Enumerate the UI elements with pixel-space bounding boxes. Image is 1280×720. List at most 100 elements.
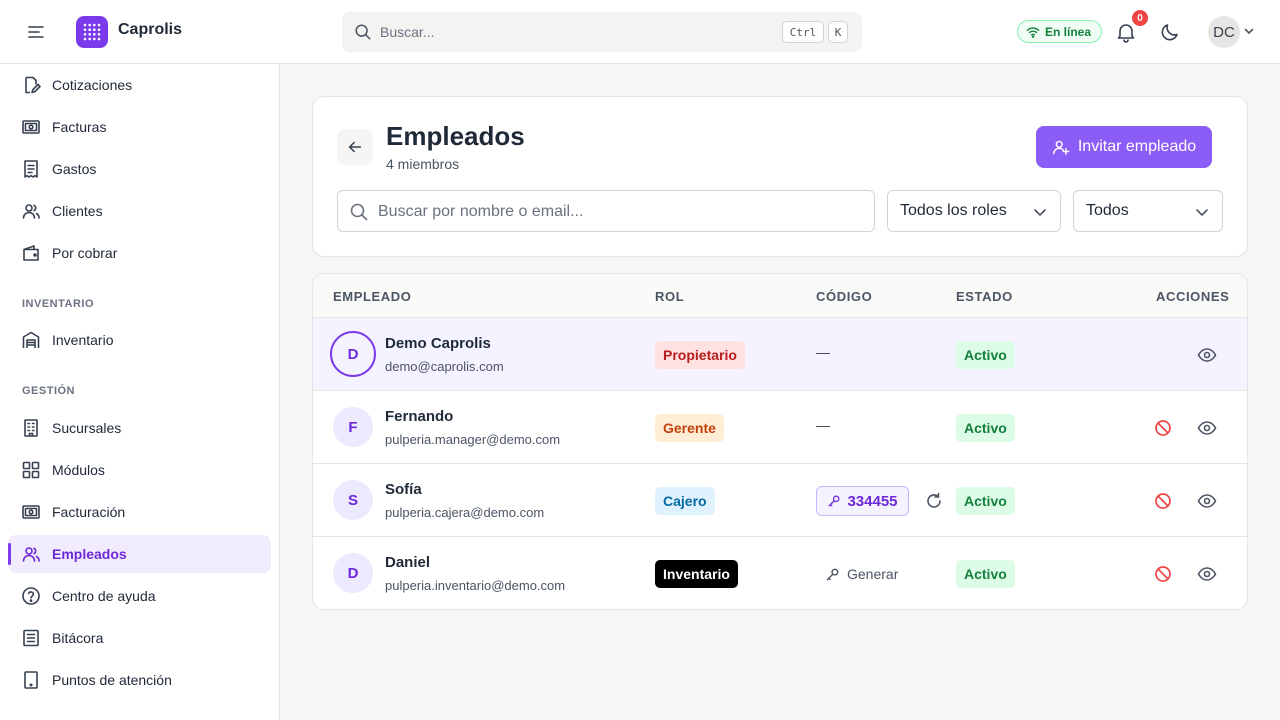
employee-email: demo@caprolis.com [385,359,504,374]
view-eye-icon[interactable] [1197,491,1217,511]
employee-avatar: S [333,480,373,520]
key-icon [829,495,840,507]
building-icon [24,419,38,437]
sidebar-item-empleados[interactable]: Empleados [8,535,271,573]
arrow-left-icon [348,141,362,153]
sidebar-item-facturacion[interactable]: Facturación [8,493,271,531]
menu-toggle-button[interactable] [24,20,48,44]
status-filter-select[interactable]: Todos [1073,190,1223,232]
sidebar-item-sucursales[interactable]: Sucursales [8,409,271,447]
sidebar-item-inventario[interactable]: Inventario [8,321,271,359]
column-header-employee: EMPLEADO [333,289,412,304]
column-header-role: ROL [655,289,685,304]
back-button[interactable] [337,129,373,165]
employee-name: Demo Caprolis [385,335,491,352]
moon-icon [1161,24,1178,41]
employee-avatar: F [333,407,373,447]
sidebar-item-label: Facturación [52,504,126,520]
role-filter-value: Todos los roles [900,202,1007,219]
sidebar-item-clientes[interactable]: Clientes [8,192,271,230]
view-eye-icon[interactable] [1197,564,1217,584]
view-eye-icon[interactable] [1197,345,1217,365]
page-title: Empleados [386,121,525,151]
table-row[interactable]: F Fernando pulperia.manager@demo.com Ger… [313,391,1247,464]
invite-employee-button[interactable]: Invitar empleado [1036,126,1212,168]
refresh-code-icon[interactable] [924,491,944,511]
sidebar-item-cotizaciones[interactable]: Cotizaciones [8,66,271,104]
online-status-label: En línea [1045,24,1092,39]
employee-code: 334455 [847,492,898,510]
notifications-count-badge: 0 [1132,10,1148,26]
sidebar-item-gastos[interactable]: Gastos [8,150,271,188]
top-bar: Caprolis Ctrl K En línea 0 DC [0,0,1280,64]
sidebar-item-label: Gastos [52,161,97,177]
user-avatar[interactable]: DC [1208,16,1240,48]
sidebar-item-label: Cotizaciones [52,77,133,93]
role-badge: Propietario [655,341,745,369]
chevron-down-icon [1196,209,1208,217]
table-row[interactable]: S Sofía pulperia.cajera@demo.com Cajero … [313,464,1247,537]
sidebar-item-label: Sucursales [52,420,122,436]
sidebar-item-puntos-de-atencion[interactable]: Puntos de atención [8,661,271,699]
employees-table: EMPLEADO ROL CÓDIGO ESTADO ACCIONES D De… [312,273,1248,610]
sidebar-item-label: Por cobrar [52,245,118,261]
table-row[interactable]: D Demo Caprolis demo@caprolis.com Propie… [313,318,1247,391]
table-header: EMPLEADO ROL CÓDIGO ESTADO ACCIONES [313,274,1247,318]
employee-name: Sofía [385,481,422,498]
search-icon [350,203,368,221]
employee-avatar: D [333,553,373,593]
view-eye-icon[interactable] [1197,418,1217,438]
status-badge: Activo [956,487,1015,515]
chevron-down-icon[interactable] [1243,25,1255,37]
employees-header-card: Empleados 4 miembros Invitar empleado To… [312,96,1248,257]
app-logo[interactable] [76,16,108,48]
deactivate-ban-icon[interactable] [1153,564,1173,584]
sidebar-item-centro-de-ayuda[interactable]: Centro de ayuda [8,577,271,615]
sidebar-item-label: Centro de ayuda [52,588,156,604]
sidebar-item-por-cobrar[interactable]: Por cobrar [8,234,271,272]
member-count: 4 miembros [386,156,460,172]
theme-toggle-button[interactable] [1158,20,1182,44]
sidebar-item-bitacora[interactable]: Bitácora [8,619,271,657]
sidebar-item-label: Inventario [52,332,114,348]
employee-name: Daniel [385,554,431,571]
online-status-badge: En línea [1017,20,1103,43]
deactivate-ban-icon[interactable] [1153,418,1173,438]
shortcut-key-ctrl: Ctrl [782,21,824,43]
sidebar-item-label: Clientes [52,203,103,219]
sidebar: Cotizaciones Facturas Gastos Clientes Po… [0,64,280,720]
user-plus-icon [1052,140,1070,155]
status-filter-value: Todos [1086,202,1129,219]
column-header-actions: ACCIONES [1156,289,1230,304]
employee-search-input[interactable] [378,201,858,223]
global-search-input[interactable] [380,22,760,42]
employee-email: pulperia.inventario@demo.com [385,578,566,593]
employee-email: pulperia.cajera@demo.com [385,505,545,520]
sidebar-item-label: Facturas [52,119,107,135]
role-filter-select[interactable]: Todos los roles [887,190,1061,232]
wallet-icon [23,245,39,261]
global-search[interactable]: Ctrl K [342,12,862,52]
employee-name: Fernando [385,408,454,425]
shortcut-key-k: K [828,21,848,43]
sidebar-item-modulos[interactable]: Módulos [8,451,271,489]
generate-code-button[interactable]: Generar [825,564,898,584]
employee-search[interactable] [337,190,875,232]
sidebar-item-label: Módulos [52,462,105,478]
search-icon [355,24,371,40]
banknote-icon [22,505,40,519]
employee-code-pill[interactable]: 334455 [816,486,909,516]
users-icon [22,547,40,562]
logo-dots-icon [83,23,101,41]
column-header-code: CÓDIGO [816,289,873,304]
table-row[interactable]: D Daniel pulperia.inventario@demo.com In… [313,537,1247,609]
sidebar-item-label: Empleados [52,546,127,562]
grid-icon [22,461,40,479]
sidebar-item-label: Puntos de atención [52,672,172,688]
sidebar-section-gestion: GESTIÓN [22,385,76,397]
deactivate-ban-icon[interactable] [1153,491,1173,511]
tablet-icon [24,671,38,689]
status-badge: Activo [956,560,1015,588]
sidebar-item-facturas[interactable]: Facturas [8,108,271,146]
column-header-status: ESTADO [956,289,1013,304]
